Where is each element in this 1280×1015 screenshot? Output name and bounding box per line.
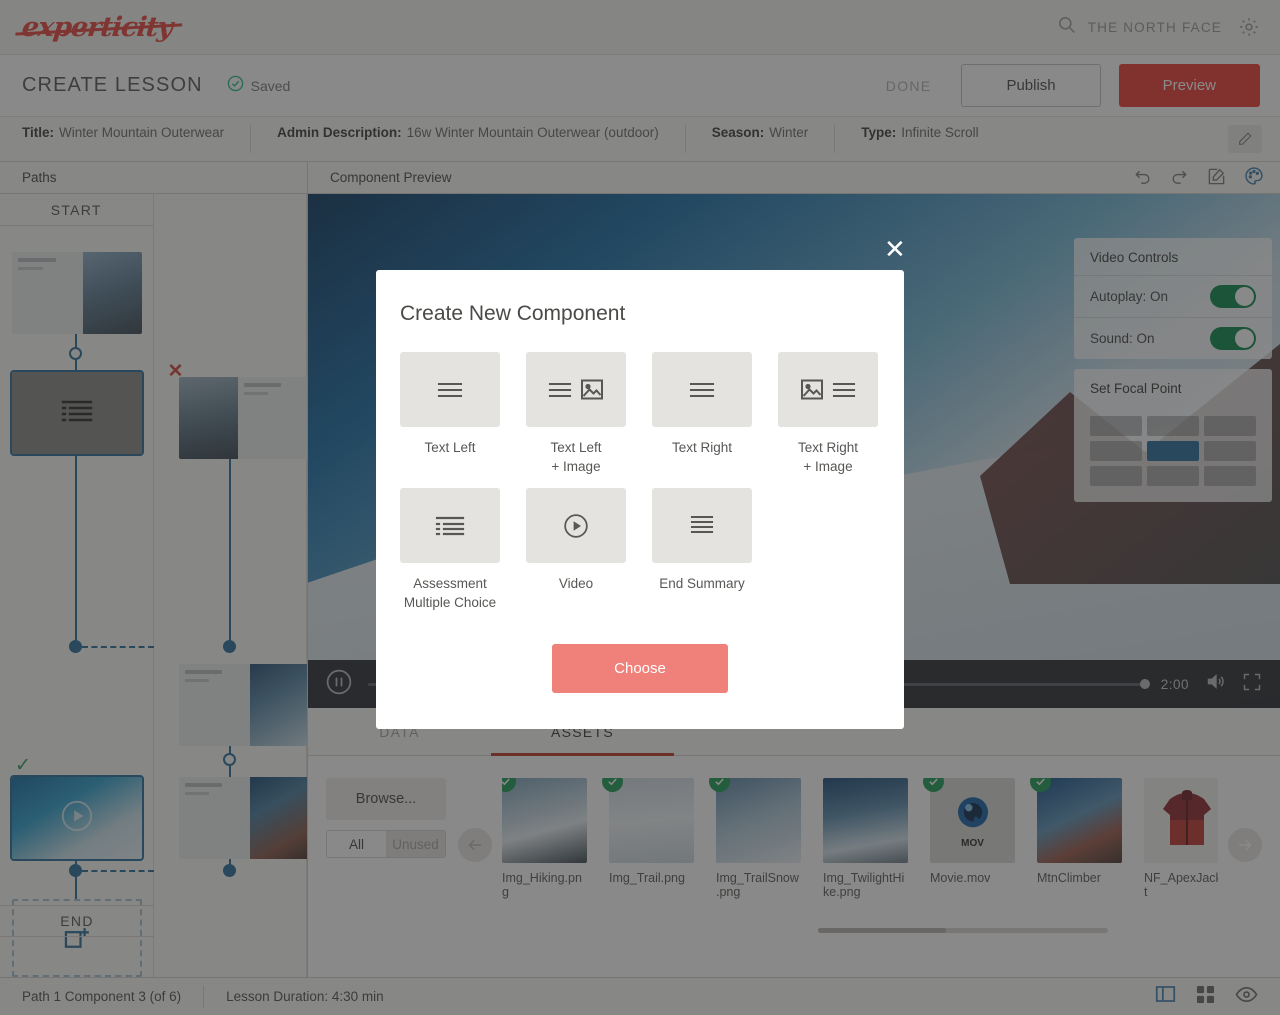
create-component-modal: Create New Component Text Left Text Left… <box>376 270 904 729</box>
component-option-assessment[interactable]: Assessment Multiple Choice <box>400 488 500 612</box>
component-option-text-left-image-label: Text Left + Image <box>550 440 602 474</box>
component-option-text-left-image[interactable]: Text Left + Image <box>526 352 626 476</box>
text-right-icon <box>652 352 752 427</box>
text-left-icon <box>400 352 500 427</box>
component-option-text-right[interactable]: Text Right <box>652 352 752 476</box>
component-option-text-right-image-label: Text Right + Image <box>797 440 859 474</box>
close-icon[interactable]: ✕ <box>884 236 906 262</box>
component-option-end-summary[interactable]: End Summary <box>652 488 752 612</box>
modal-title: Create New Component <box>400 302 626 325</box>
modal-footer: Choose <box>376 644 904 693</box>
component-option-text-left[interactable]: Text Left <box>400 352 500 476</box>
text-lines-icon <box>652 488 752 563</box>
play-circle-icon <box>526 488 626 563</box>
component-option-end-summary-label: End Summary <box>659 576 745 591</box>
component-option-text-right-label: Text Right <box>671 440 733 455</box>
component-option-video[interactable]: Video <box>526 488 626 612</box>
list-bullet-icon <box>400 488 500 563</box>
choose-button[interactable]: Choose <box>552 644 728 693</box>
text-left-image-icon <box>526 352 626 427</box>
app-root: experticity THE NORTH FACE CREATE LESSON <box>0 0 1280 1015</box>
component-option-assessment-label: Assessment Multiple Choice <box>403 576 497 610</box>
component-option-text-right-image[interactable]: Text Right + Image <box>778 352 878 476</box>
component-type-grid: Text Left Text Left + Image Text Right T… <box>400 352 882 624</box>
text-right-image-icon <box>778 352 878 427</box>
component-option-video-label: Video <box>558 576 594 591</box>
component-option-text-left-label: Text Left <box>424 440 476 455</box>
